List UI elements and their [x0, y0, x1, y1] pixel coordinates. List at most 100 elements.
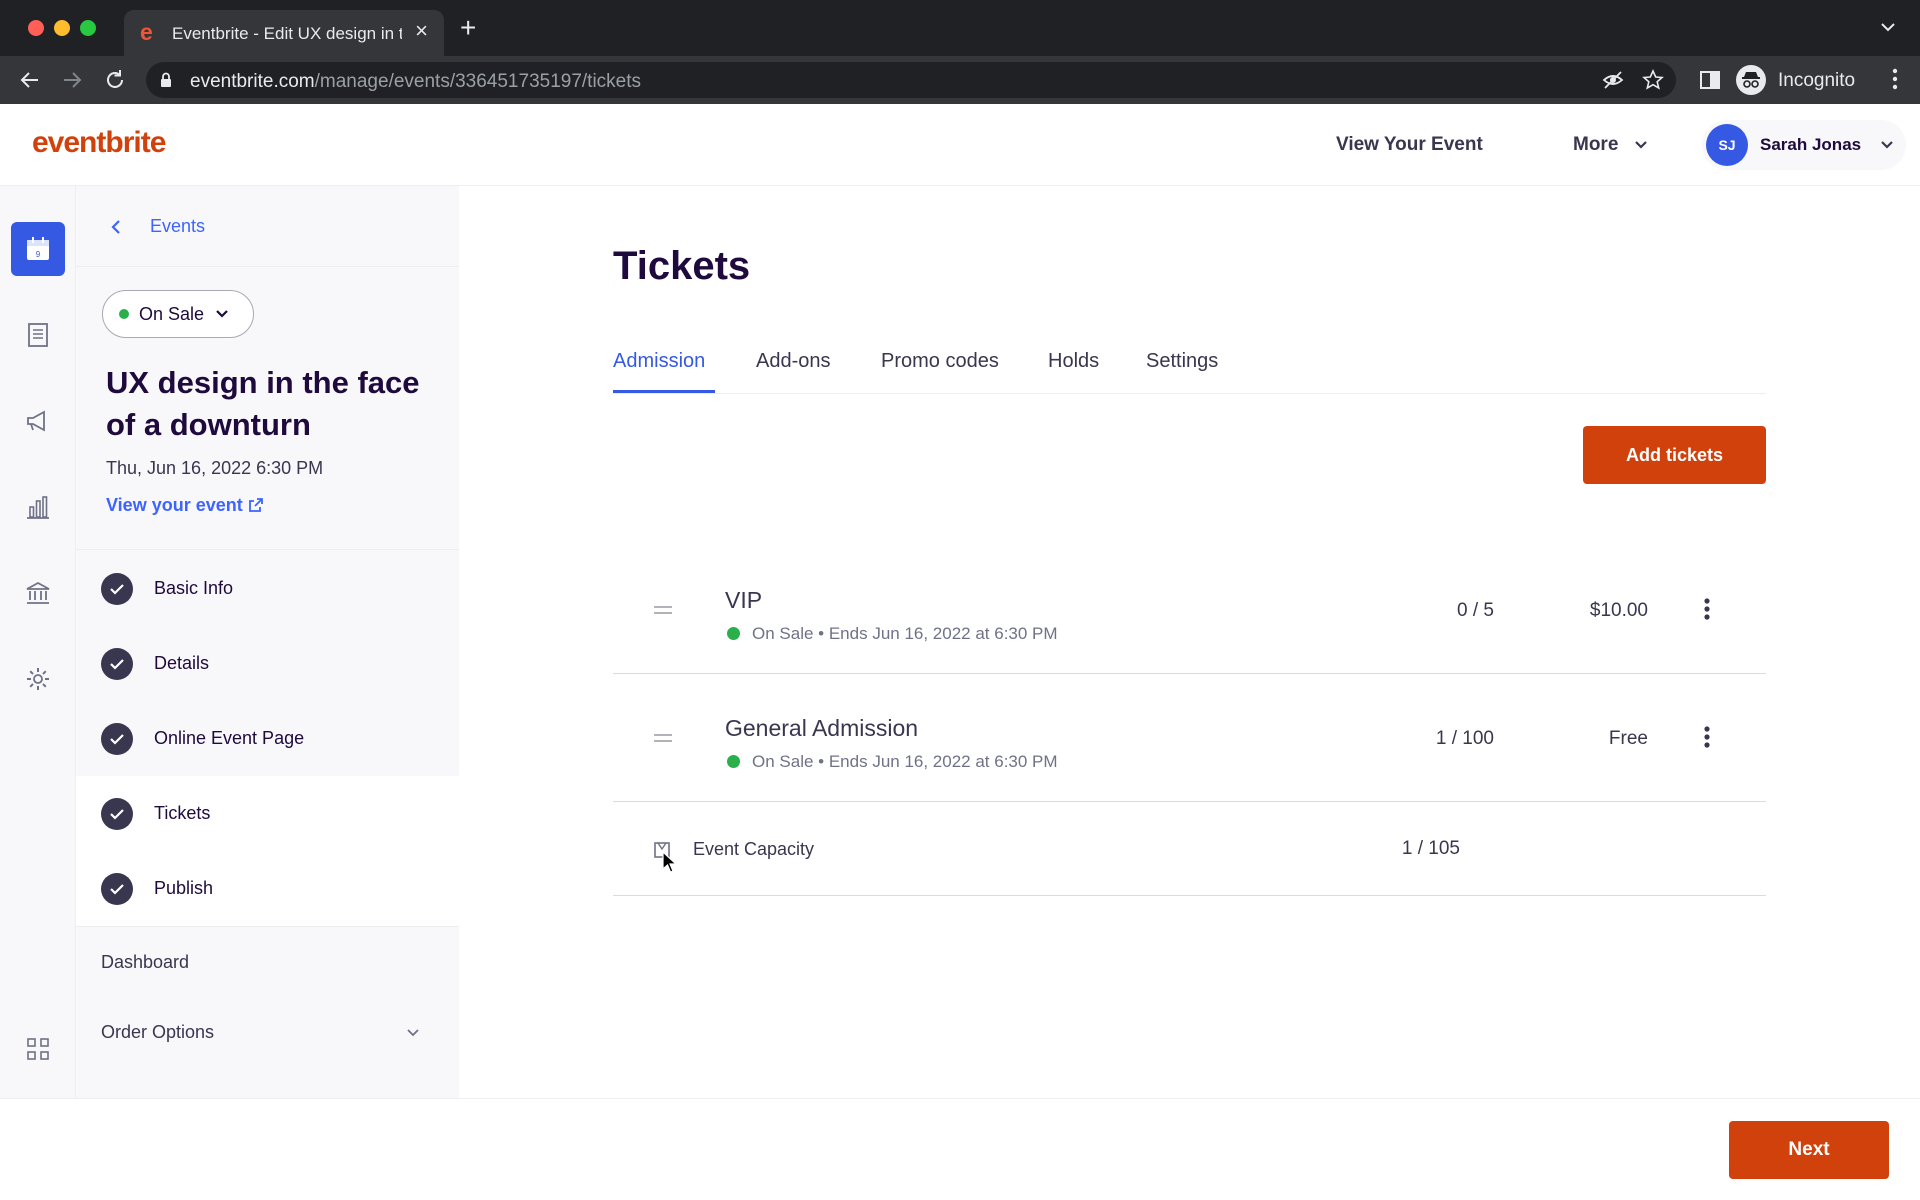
step-label: Details — [154, 653, 210, 673]
ticket-tabs: Admission Add-ons Promo codes Holds Sett… — [613, 344, 1766, 394]
active-tab-indicator — [613, 390, 715, 393]
ticket-meta: On Sale • Ends Jun 16, 2022 at 6:30 PM — [727, 752, 1058, 772]
ticket-row[interactable]: VIP On Sale • Ends Jun 16, 2022 at 6:30 … — [613, 547, 1766, 674]
tab-admission[interactable]: Admission — [613, 350, 705, 373]
rail-finance-button[interactable] — [11, 566, 65, 620]
apps-grid-icon — [27, 1038, 49, 1060]
mouse-cursor-icon — [662, 851, 678, 873]
rail-marketing-button[interactable] — [11, 394, 65, 448]
bookmark-star-icon[interactable] — [1642, 69, 1664, 91]
step-tickets[interactable]: Tickets — [76, 776, 459, 851]
side-panel-icon[interactable] — [1698, 68, 1722, 92]
step-label: Basic Info — [154, 578, 234, 598]
chevron-down-icon[interactable] — [406, 1028, 420, 1037]
add-tickets-button[interactable]: Add tickets — [1583, 426, 1766, 484]
divider — [76, 926, 459, 927]
bar-chart-icon — [27, 496, 49, 519]
rail-orders-button[interactable] — [11, 308, 65, 362]
new-tab-plus-icon[interactable]: + — [460, 14, 476, 42]
icon-rail: 9 — [0, 186, 76, 1098]
ticket-price: $10.00 — [1589, 600, 1648, 621]
check-circle-icon — [101, 723, 133, 755]
minimize-window-button[interactable] — [54, 20, 70, 36]
back-arrow-icon[interactable] — [18, 68, 42, 92]
event-status-dropdown[interactable]: On Sale — [102, 290, 254, 338]
tab-promo-codes[interactable]: Promo codes — [881, 350, 999, 373]
maximize-window-button[interactable] — [80, 20, 96, 36]
view-your-event-link[interactable]: View Your Event — [1336, 134, 1483, 156]
external-link-icon[interactable] — [248, 497, 264, 513]
user-name: Sarah Jonas — [1760, 135, 1862, 154]
reload-icon[interactable] — [103, 68, 127, 92]
chevron-left-icon[interactable] — [110, 216, 122, 238]
eye-slash-icon[interactable] — [1602, 69, 1624, 91]
ticket-end-date: Ends Jun 16, 2022 at 6:30 PM — [828, 624, 1058, 643]
calendar-icon: 9 — [27, 237, 49, 260]
ticket-status: On Sale — [752, 624, 814, 643]
bank-icon — [26, 581, 50, 604]
rail-apps-button[interactable] — [11, 1022, 65, 1076]
ticket-row[interactable]: General Admission On Sale • Ends Jun 16,… — [613, 675, 1766, 802]
browser-menu-kebab-icon[interactable] — [1892, 68, 1898, 90]
drag-handle-icon[interactable] — [653, 732, 673, 744]
tab-settings[interactable]: Settings — [1146, 350, 1218, 373]
divider — [76, 549, 459, 550]
event-date: Thu, Jun 16, 2022 6:30 PM — [106, 458, 324, 478]
dashboard-link[interactable]: Dashboard — [101, 952, 189, 973]
ticket-end-date: Ends Jun 16, 2022 at 6:30 PM — [828, 752, 1058, 771]
url-domain: eventbrite.com — [190, 71, 315, 92]
incognito-label: Incognito — [1778, 70, 1856, 91]
check-circle-icon — [101, 573, 133, 605]
step-label: Online Event Page — [154, 728, 305, 748]
rail-settings-button[interactable] — [11, 652, 65, 706]
event-status-label: On Sale — [139, 304, 205, 324]
view-your-event-link[interactable]: View your event — [106, 495, 243, 516]
chevron-down-icon — [216, 310, 228, 318]
step-online-event-page[interactable]: Online Event Page — [76, 701, 459, 776]
more-menu-button[interactable]: More — [1573, 134, 1618, 156]
back-to-events-link[interactable]: Events — [150, 216, 205, 237]
gear-icon — [27, 668, 49, 690]
app-header: eventbrite View Your Event More SJ Sarah… — [0, 104, 1920, 186]
user-menu-button[interactable]: SJ Sarah Jonas — [1702, 120, 1906, 170]
incognito-icon — [1736, 65, 1766, 95]
event-sidenav: Events On Sale UX design in the face of … — [76, 186, 459, 1098]
browser-tab[interactable]: e Eventbrite - Edit UX design in t × — [124, 10, 444, 56]
next-button[interactable]: Next — [1729, 1121, 1889, 1179]
ticket-price: Free — [1608, 728, 1648, 749]
step-publish[interactable]: Publish — [76, 851, 459, 926]
chevron-down-icon[interactable] — [1634, 140, 1648, 149]
event-capacity-value: 1 / 105 — [1401, 838, 1460, 859]
avatar: SJ — [1706, 124, 1748, 166]
rail-events-button[interactable]: 9 — [11, 222, 65, 276]
list-document-icon — [28, 323, 48, 347]
step-basic-info[interactable]: Basic Info — [76, 551, 459, 626]
status-dot-icon — [727, 627, 740, 640]
close-window-button[interactable] — [28, 20, 44, 36]
chevron-down-icon — [1881, 141, 1893, 149]
divider — [76, 266, 459, 267]
tab-search-chevron-icon[interactable] — [1880, 22, 1896, 32]
step-details[interactable]: Details — [76, 626, 459, 701]
ticket-meta: On Sale • Ends Jun 16, 2022 at 6:30 PM — [727, 624, 1058, 644]
url-text: eventbrite.com/manage/events/33645173519… — [190, 71, 641, 93]
rail-reports-button[interactable] — [11, 480, 65, 534]
eventbrite-logo[interactable]: eventbrite — [32, 126, 166, 160]
forward-arrow-icon[interactable] — [60, 68, 84, 92]
drag-handle-icon[interactable] — [653, 604, 673, 616]
eventbrite-favicon-icon: e — [140, 19, 153, 45]
tab-close-icon[interactable]: × — [415, 20, 428, 42]
megaphone-icon — [27, 410, 45, 432]
url-path: /manage/events/336451735197/tickets — [314, 71, 642, 92]
event-capacity-row[interactable]: Event Capacity 1 / 105 — [613, 803, 1766, 896]
ticket-sold-count: 0 / 5 — [1457, 600, 1494, 621]
tab-add-ons[interactable]: Add-ons — [756, 350, 831, 373]
event-capacity-label: Event Capacity — [693, 839, 815, 859]
check-circle-icon — [101, 798, 133, 830]
ticket-name: VIP — [725, 587, 763, 613]
address-bar[interactable]: eventbrite.com/manage/events/33645173519… — [146, 62, 1676, 98]
ticket-menu-kebab-icon[interactable] — [1703, 725, 1711, 749]
tab-holds[interactable]: Holds — [1048, 350, 1099, 373]
order-options-toggle[interactable]: Order Options — [101, 1022, 214, 1043]
ticket-menu-kebab-icon[interactable] — [1703, 597, 1711, 621]
